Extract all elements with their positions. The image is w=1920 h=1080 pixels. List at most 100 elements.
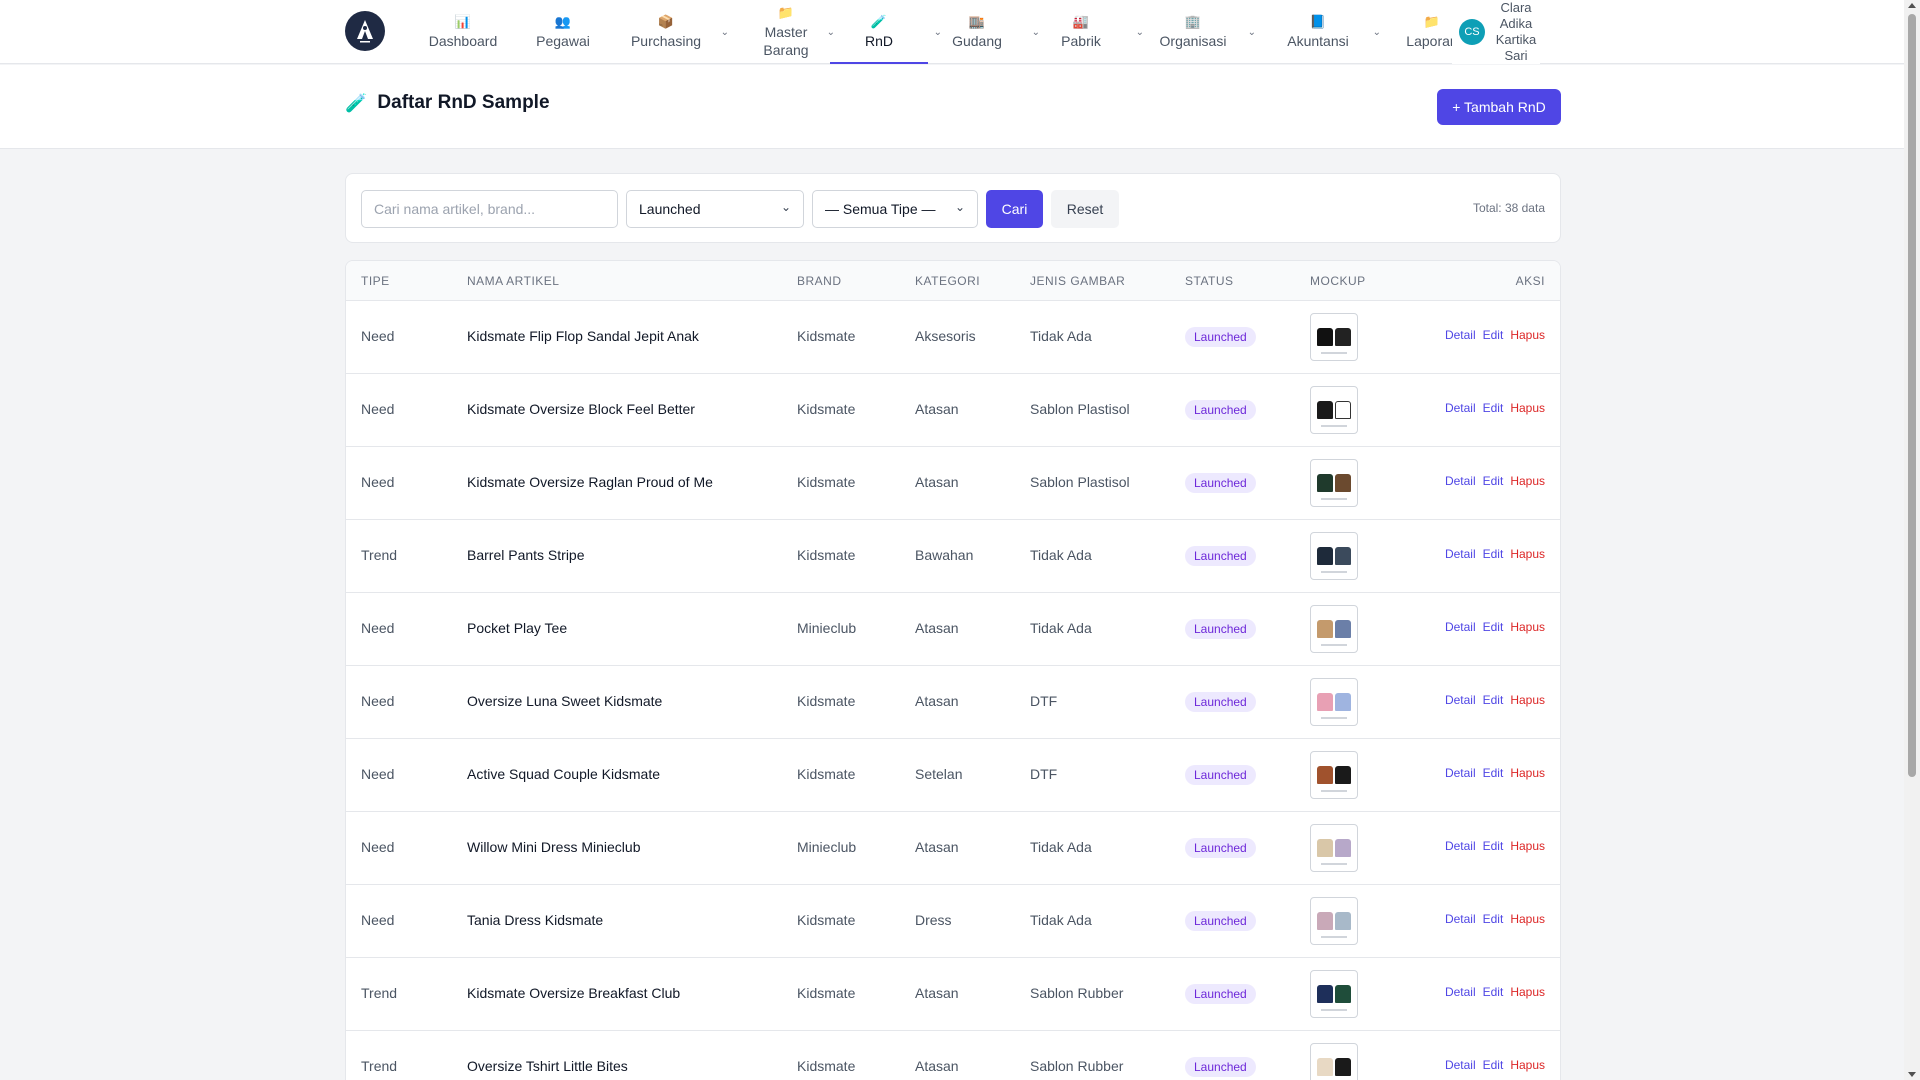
detail-link[interactable]: Detail bbox=[1445, 474, 1476, 488]
table-row: Trend Kidsmate Oversize Breakfast Club Kid… bbox=[346, 958, 1560, 1031]
detail-link[interactable]: Detail bbox=[1445, 766, 1476, 780]
scroll-up-arrow-icon[interactable] bbox=[1908, 3, 1916, 8]
detail-link[interactable]: Detail bbox=[1445, 693, 1476, 707]
edit-link[interactable]: Edit bbox=[1483, 474, 1504, 488]
mockup-garment bbox=[1335, 1058, 1351, 1076]
mockup-thumbnail[interactable] bbox=[1310, 678, 1358, 726]
row-actions: Detail Edit Hapus bbox=[1438, 766, 1545, 780]
nav-item-akuntansi[interactable]: 📘 Akuntansi ⌄ bbox=[1273, 0, 1381, 64]
delete-link[interactable]: Hapus bbox=[1510, 620, 1545, 634]
detail-link[interactable]: Detail bbox=[1445, 620, 1476, 634]
cell-jenis-gambar: DTF bbox=[1030, 766, 1058, 782]
cell-tipe: Need bbox=[361, 912, 395, 928]
mockup-thumbnail[interactable] bbox=[1310, 751, 1358, 799]
mockup-garment bbox=[1317, 985, 1333, 1003]
nav-item-pabrik[interactable]: 🏭 Pabrik ⌄ bbox=[1036, 0, 1144, 64]
cell-tipe: Need bbox=[361, 693, 395, 709]
cell-kategori: Atasan bbox=[915, 693, 959, 709]
cell-nama-artikel: Oversize Tshirt Little Bites bbox=[467, 1058, 628, 1074]
edit-link[interactable]: Edit bbox=[1483, 1058, 1504, 1072]
row-actions: Detail Edit Hapus bbox=[1438, 401, 1545, 415]
detail-link[interactable]: Detail bbox=[1445, 401, 1476, 415]
delete-link[interactable]: Hapus bbox=[1510, 839, 1545, 853]
edit-link[interactable]: Edit bbox=[1483, 328, 1504, 342]
row-actions: Detail Edit Hapus bbox=[1438, 1058, 1545, 1072]
nav-item-gudang[interactable]: 🏬 Gudang ⌄ bbox=[932, 0, 1040, 64]
status-select[interactable]: Launched ⌄ bbox=[626, 190, 804, 228]
mockup-thumbnail[interactable] bbox=[1310, 1043, 1358, 1080]
nav-item-rnd[interactable]: 🧪 RnD ⌄ bbox=[830, 0, 942, 64]
cell-nama-artikel: Active Squad Couple Kidsmate bbox=[467, 766, 660, 782]
detail-link[interactable]: Detail bbox=[1445, 912, 1476, 926]
cell-brand: Kidsmate bbox=[797, 547, 856, 563]
detail-link[interactable]: Detail bbox=[1445, 547, 1476, 561]
type-select[interactable]: — Semua Tipe — ⌄ bbox=[812, 190, 978, 228]
delete-link[interactable]: Hapus bbox=[1510, 693, 1545, 707]
edit-link[interactable]: Edit bbox=[1483, 985, 1504, 999]
nav-item-label: Laporan bbox=[1406, 32, 1458, 49]
mockup-thumbnail[interactable] bbox=[1310, 532, 1358, 580]
edit-link[interactable]: Edit bbox=[1483, 839, 1504, 853]
scrollbar-thumb[interactable] bbox=[1908, 14, 1916, 777]
nav-item-dashboard[interactable]: 📊 Dashboard bbox=[418, 0, 508, 64]
delete-link[interactable]: Hapus bbox=[1510, 401, 1545, 415]
cell-brand: Kidsmate bbox=[797, 328, 856, 344]
detail-link[interactable]: Detail bbox=[1445, 985, 1476, 999]
delete-link[interactable]: Hapus bbox=[1510, 912, 1545, 926]
mockup-thumbnail[interactable] bbox=[1310, 386, 1358, 434]
mockup-thumbnail[interactable] bbox=[1310, 824, 1358, 872]
user-menu[interactable]: CS Clara Adika Kartika Sari bbox=[1452, 0, 1540, 64]
edit-link[interactable]: Edit bbox=[1483, 547, 1504, 561]
status-badge: Launched bbox=[1185, 692, 1256, 712]
nav-item-master-barang[interactable]: 📁 Master Barang ⌄ bbox=[741, 0, 835, 64]
office-icon: 🏢 bbox=[1184, 13, 1202, 29]
search-input[interactable] bbox=[361, 190, 618, 228]
edit-link[interactable]: Edit bbox=[1483, 912, 1504, 926]
table-row: Need Kidsmate Oversize Block Feel Better K… bbox=[346, 374, 1560, 447]
ledger-icon: 📘 bbox=[1309, 13, 1327, 29]
cell-nama-artikel: Kidsmate Oversize Block Feel Better bbox=[467, 401, 695, 417]
edit-link[interactable]: Edit bbox=[1483, 401, 1504, 415]
nav-item-label: Akuntansi bbox=[1287, 32, 1349, 49]
delete-link[interactable]: Hapus bbox=[1510, 328, 1545, 342]
mockup-garment bbox=[1317, 839, 1333, 857]
scroll-down-arrow-icon[interactable] bbox=[1908, 1072, 1916, 1077]
status-badge: Launched bbox=[1185, 911, 1256, 931]
mockup-thumbnail[interactable] bbox=[1310, 970, 1358, 1018]
mockup-thumbnail[interactable] bbox=[1310, 897, 1358, 945]
column-header-status: Status bbox=[1185, 274, 1234, 288]
search-button[interactable]: Cari bbox=[986, 190, 1043, 228]
edit-link[interactable]: Edit bbox=[1483, 693, 1504, 707]
detail-link[interactable]: Detail bbox=[1445, 1058, 1476, 1072]
cell-tipe: Trend bbox=[361, 547, 398, 563]
page-title-text: Daftar RnD Sample bbox=[377, 92, 550, 113]
chevron-down-icon: ⌄ bbox=[1247, 27, 1256, 38]
add-rnd-button[interactable]: + Tambah RnD bbox=[1437, 89, 1561, 125]
people-icon: 👥 bbox=[554, 13, 572, 29]
mockup-caption-line bbox=[1321, 425, 1347, 427]
detail-link[interactable]: Detail bbox=[1445, 328, 1476, 342]
delete-link[interactable]: Hapus bbox=[1510, 985, 1545, 999]
mockup-thumbnail[interactable] bbox=[1310, 313, 1358, 361]
app-logo[interactable] bbox=[345, 11, 385, 51]
type-select-value: — Semua Tipe — bbox=[825, 201, 936, 217]
mockup-garment bbox=[1335, 839, 1351, 857]
mockup-thumbnail[interactable] bbox=[1310, 605, 1358, 653]
delete-link[interactable]: Hapus bbox=[1510, 1058, 1545, 1072]
reset-button[interactable]: Reset bbox=[1051, 190, 1119, 228]
cell-brand: Kidsmate bbox=[797, 1058, 856, 1074]
edit-link[interactable]: Edit bbox=[1483, 766, 1504, 780]
detail-link[interactable]: Detail bbox=[1445, 839, 1476, 853]
delete-link[interactable]: Hapus bbox=[1510, 474, 1545, 488]
delete-link[interactable]: Hapus bbox=[1510, 766, 1545, 780]
delete-link[interactable]: Hapus bbox=[1510, 547, 1545, 561]
page-scrollbar[interactable] bbox=[1904, 0, 1920, 1080]
mockup-caption-line bbox=[1321, 717, 1347, 719]
edit-link[interactable]: Edit bbox=[1483, 620, 1504, 634]
mockup-garment bbox=[1317, 474, 1333, 492]
mockup-thumbnail[interactable] bbox=[1310, 459, 1358, 507]
nav-item-organisasi[interactable]: 🏢 Organisasi ⌄ bbox=[1148, 0, 1256, 64]
nav-item-purchasing[interactable]: 📦 Purchasing ⌄ bbox=[621, 0, 729, 64]
nav-item-pegawai[interactable]: 👥 Pegawai bbox=[518, 0, 608, 64]
column-header-tipe: Tipe bbox=[361, 274, 390, 288]
